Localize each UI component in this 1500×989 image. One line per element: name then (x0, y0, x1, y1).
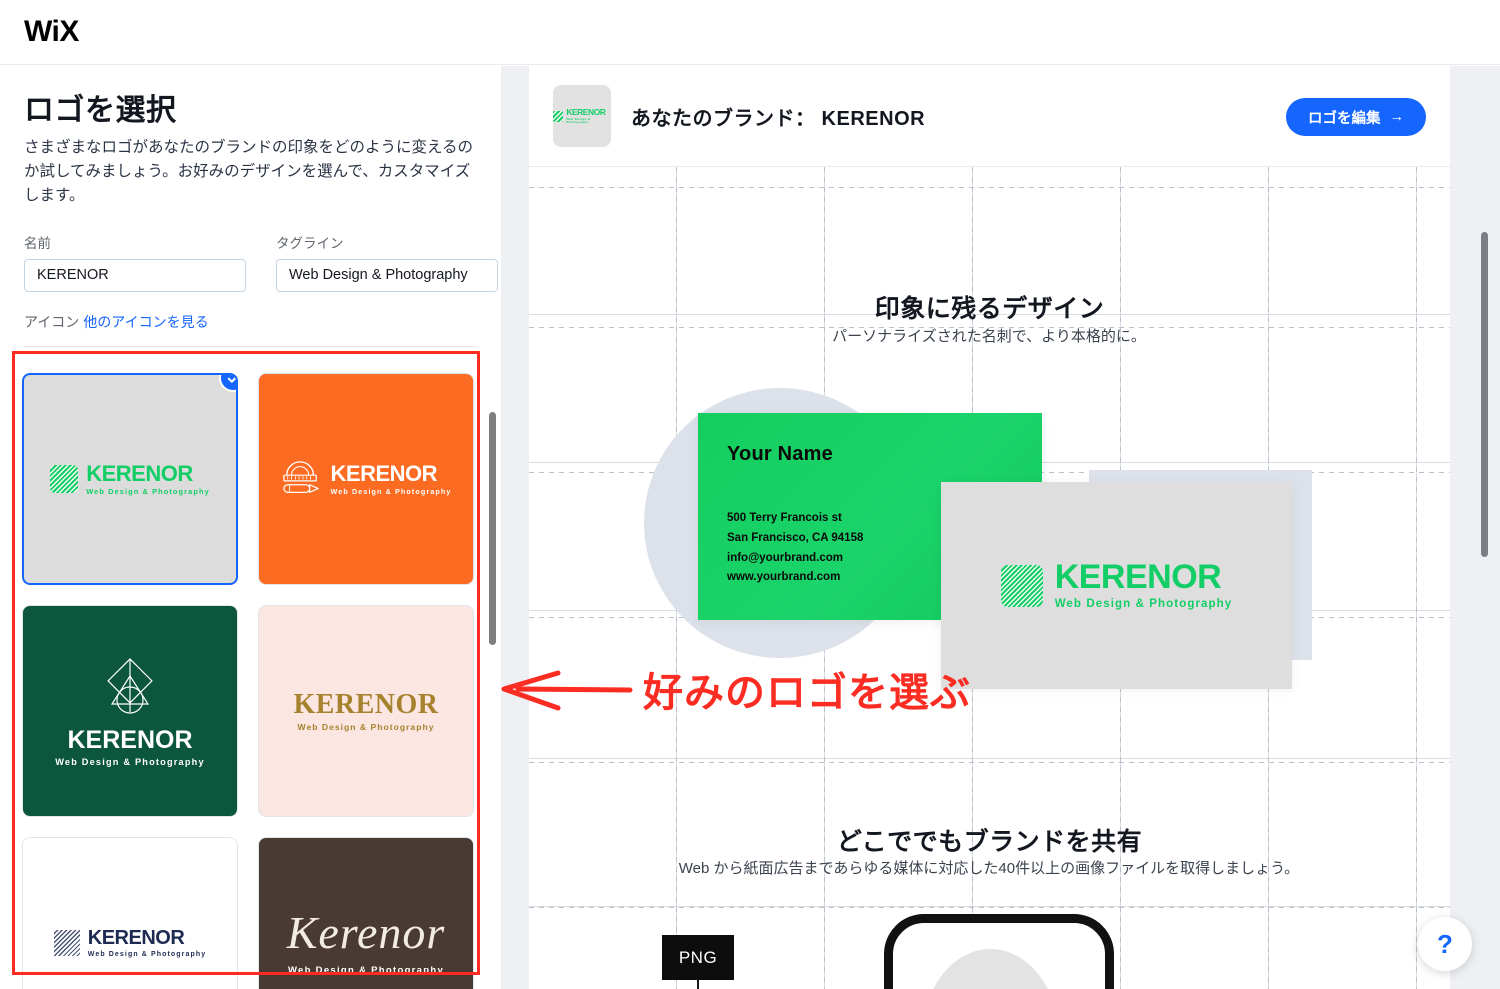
connector-line-vertical (697, 980, 699, 989)
section2-title: どこででもブランドを共有 (836, 828, 1143, 856)
icon-row: アイコン 他のアイコンを見る (24, 312, 477, 332)
logo-card-5[interactable]: KERENOR Web Design & Photography (22, 837, 238, 989)
phone-logo-blob: KERENOR Web Design & Photography (923, 949, 1058, 989)
preview-card: KERENOR Web Design & Photography あなたのブラン… (529, 66, 1450, 989)
tagline-label: タグライン (276, 235, 344, 251)
logo-card-4[interactable]: KERENOR Web Design & Photography (258, 605, 474, 817)
card-address-line1: 500 Terry Francois st (727, 512, 842, 524)
logo-grid: KERENOR Web Design & Photography KERENOR… (22, 373, 474, 989)
card-address-line2: San Francisco, CA 94158 (727, 531, 864, 544)
hatch-square-icon (50, 465, 79, 493)
business-card-back: KERENOR Web Design & Photography (941, 482, 1292, 689)
logo-tagline: Web Design & Photography (55, 757, 205, 768)
name-label: 名前 (24, 235, 51, 251)
name-field-group: 名前 (24, 232, 246, 292)
brand-preview-panel: KERENOR Web Design & Photography あなたのブラン… (529, 66, 1500, 989)
logo-card-3[interactable]: KERENOR Web Design & Photography (22, 605, 238, 817)
logo-tagline: Web Design & Photography (87, 951, 207, 958)
logo-grid-scrollbar[interactable] (489, 412, 496, 645)
card-your-name: Your Name (727, 443, 833, 465)
brand-fields: 名前 タグライン (24, 232, 498, 292)
logo-wordmark: KERENOR (330, 460, 438, 486)
back-card-tagline: Web Design & Photography (1054, 598, 1233, 611)
thumb-wordmark: KERENOR (566, 107, 606, 118)
tagline-input[interactable] (276, 258, 498, 292)
logo-selection-panel: ロゴを選択 さまざまなロゴがあなたのブランドの印象をどのように変えるのか試してみ… (0, 66, 501, 989)
arrow-right-icon: → (1389, 109, 1405, 125)
card-website: www.yourbrand.com (727, 571, 841, 584)
wix-logo[interactable]: WiX (24, 15, 79, 49)
card-address: 500 Terry Francois st San Francisco, CA … (727, 509, 863, 588)
edit-logo-button[interactable]: ロゴを編集 → (1286, 98, 1426, 136)
page-description: さまざまなロゴがあなたのブランドの印象をどのように変えるのか試してみましょう。お… (24, 138, 474, 204)
preview-header: KERENOR Web Design & Photography あなたのブラン… (529, 66, 1450, 167)
top-bar: WiX (0, 0, 1500, 65)
see-more-icons-link[interactable]: 他のアイコンを見る (83, 314, 208, 330)
hatch-square-icon (53, 930, 80, 956)
logo-wordmark: KERENOR (86, 460, 193, 486)
check-icon (219, 375, 236, 392)
back-card-wordmark: KERENOR (1054, 558, 1222, 597)
app-root: WiX ロゴを選択 さまざまなロゴがあなたのブランドの印象をどのように変えるのか… (0, 0, 1500, 989)
preview-scrollbar[interactable] (1481, 232, 1488, 557)
icon-label: アイコン (24, 313, 80, 330)
section1-subtitle: パーソナライズされた名刺で、より本格的に。 (832, 328, 1146, 345)
thumb-tagline: Web Design & Photography (566, 117, 591, 124)
help-button[interactable]: ? (1418, 917, 1472, 971)
brand-thumbnail: KERENOR Web Design & Photography (553, 85, 611, 147)
logo-wordmark: KERENOR (293, 688, 439, 720)
preview-canvas: 印象に残るデザイン パーソナライズされた名刺で、より本格的に。 Your Nam… (529, 167, 1450, 989)
name-input[interactable] (24, 258, 246, 292)
tagline-field-group: タグライン (276, 232, 498, 292)
logo-tagline: Web Design & Photography (297, 721, 435, 732)
hatch-square-icon (1000, 564, 1043, 607)
card-email: info@yourbrand.com (727, 551, 843, 564)
phone-mockup: KERENOR Web Design & Photography (884, 914, 1114, 989)
divider (24, 345, 477, 347)
preview-title: あなたのブランド： KERENOR (631, 107, 926, 130)
logo-card-1[interactable]: KERENOR Web Design & Photography (22, 373, 238, 585)
geometric-monogram-icon (107, 658, 153, 714)
edit-logo-button-label: ロゴを編集 (1308, 110, 1381, 127)
protractor-pencil-icon (282, 461, 319, 493)
logo-wordmark: KERENOR (67, 726, 193, 755)
logo-wordmark: Kerenor (286, 907, 446, 959)
logo-tagline: Web Design & Photography (330, 486, 452, 496)
section1-title: 印象に残るデザイン (874, 295, 1105, 323)
logo-wordmark: KERENOR (87, 927, 185, 949)
section2-subtitle: Web から紙面広告まであらゆる媒体に対応した40件以上の画像ファイルを取得しま… (678, 860, 1300, 877)
logo-grid-scroll-area[interactable]: KERENOR Web Design & Photography KERENOR… (0, 353, 501, 989)
logo-tagline: Web Design & Photography (287, 965, 445, 977)
logo-card-6[interactable]: Kerenor Web Design & Photography (258, 837, 474, 989)
logo-card-2[interactable]: KERENOR Web Design & Photography (258, 373, 474, 585)
panel-gutter (501, 66, 529, 989)
page-title: ロゴを選択 (24, 94, 177, 127)
logo-tagline: Web Design & Photography (86, 486, 210, 496)
hatch-square-icon (553, 110, 564, 122)
format-chip-png: PNG (662, 935, 734, 980)
